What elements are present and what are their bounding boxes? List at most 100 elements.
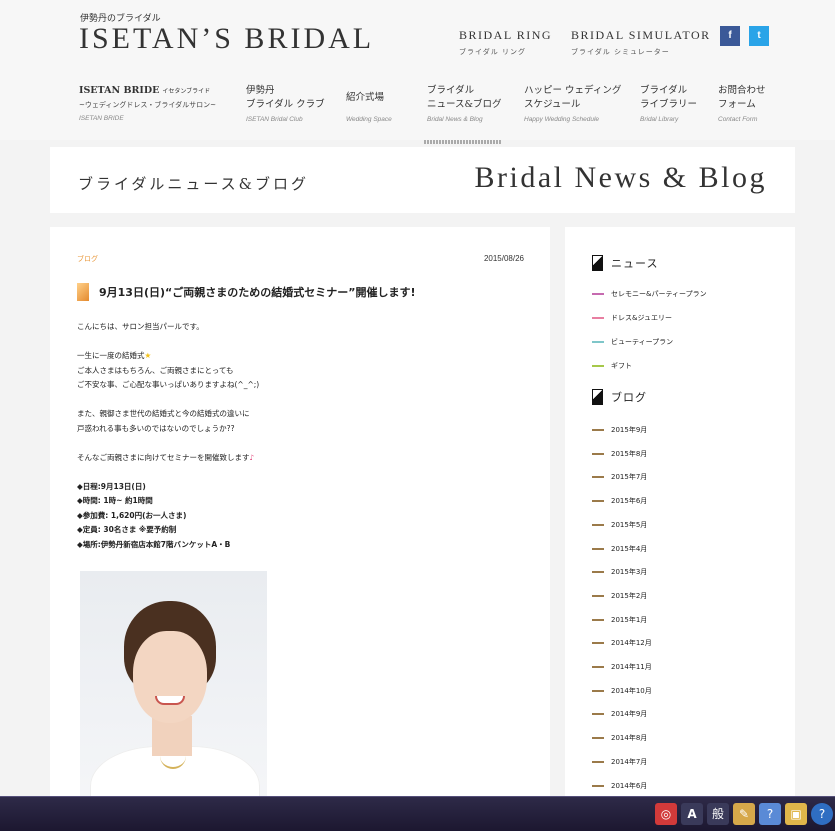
nav-label: 紹介式場 <box>346 92 385 103</box>
nav-en-label: Contact Form <box>718 116 758 123</box>
blog-archive-label: 2015年7月 <box>611 473 648 482</box>
conversion-mode-icon[interactable]: 般 <box>707 803 729 825</box>
archive-line-icon <box>592 666 604 668</box>
blog-archive-link[interactable]: 2014年6月 <box>592 781 647 791</box>
nav-en-label: ISETAN Bridal Club <box>246 116 303 123</box>
blog-archive-label: 2015年9月 <box>611 426 648 434</box>
blog-archive-link[interactable]: 2014年10月 <box>592 686 652 696</box>
blog-archive-label: 2015年4月 <box>611 544 648 553</box>
ime-pad-icon[interactable]: ? <box>759 803 781 825</box>
bridal-simulator-label: BRIDAL SIMULATOR <box>571 28 711 42</box>
nav-bridal-library[interactable]: ブライダル ライブラリー Bridal Library <box>640 84 697 123</box>
blog-archive-link[interactable]: 2015年1月 <box>592 615 647 625</box>
news-category-link[interactable]: ギフト <box>592 361 632 371</box>
blog-archive-link[interactable]: 2015年3月 <box>592 567 647 577</box>
blog-archive-link[interactable]: 2014年9月 <box>592 709 647 719</box>
detail-line: ◆場所:伊勢丹新宿店本館7階バンケットA・B <box>77 539 231 549</box>
nav-en-label: ISETAN BRIDE <box>79 115 124 122</box>
news-category-link[interactable]: ドレス&ジュエリー <box>592 313 672 323</box>
ime-toolbar-icon[interactable]: ◎ <box>655 803 677 825</box>
help-icon[interactable]: ? <box>811 803 833 825</box>
blog-archive-link[interactable]: 2015年8月 <box>592 449 647 459</box>
bridal-simulator-link[interactable]: BRIDAL SIMULATOR ブライダル シミュレーター <box>571 28 711 57</box>
archive-line-icon <box>592 760 604 763</box>
star-icon: ★ <box>144 351 152 360</box>
active-nav-indicator <box>424 140 502 144</box>
blog-archive-link[interactable]: 2015年2月 <box>592 591 647 601</box>
blog-archive-link[interactable]: 2015年9月 <box>592 425 647 435</box>
blog-post: ブログ 2015/08/26 9月13日(日)“ご両親さまのための結婚式セミナー… <box>50 227 550 831</box>
input-mode-icon[interactable]: A <box>681 803 703 825</box>
archive-line-icon <box>592 737 604 740</box>
post-title-text: 9月13日(日)“ご両親さまのための結婚式セミナー”開催します! <box>99 286 416 299</box>
facebook-icon[interactable]: f <box>720 26 740 46</box>
nav-label: 伊勢丹 <box>246 85 275 96</box>
nav-news-blog[interactable]: ブライダル ニュース&ブログ Bridal News & Blog <box>427 84 501 123</box>
site-logo[interactable]: ISETAN’S BRIDAL <box>79 22 374 56</box>
post-category[interactable]: ブログ <box>77 254 98 264</box>
twitter-icon[interactable]: t <box>749 26 769 46</box>
post-date: 2015/08/26 <box>483 254 524 263</box>
archive-line-icon <box>592 713 604 716</box>
heading-marker-icon <box>592 255 603 271</box>
nav-sublabel: ブライダル クラブ <box>246 99 325 110</box>
music-note-icon: ♪ <box>249 452 255 462</box>
nav-sublabel: スケジュール <box>524 99 581 110</box>
taskbar: ◎ A 般 ✎ ? ▣ ? <box>0 796 835 831</box>
nav-isetan-bride[interactable]: ISETAN BRIDE イセタンブライド ~ウェディングドレス・ブライダルサロ… <box>79 84 216 122</box>
blog-archive-label: 2014年6月 <box>611 781 648 790</box>
nav-sublabel: ニュース&ブログ <box>427 99 502 110</box>
blog-archive-link[interactable]: 2014年11月 <box>592 662 652 672</box>
nav-en-label: Bridal News & Blog <box>427 116 483 123</box>
body-line: ご不安な事、ご心配な事いっぱいありますよね(^_^;) <box>77 380 260 389</box>
blog-heading: ブログ <box>592 389 647 405</box>
archive-line-icon <box>592 642 604 645</box>
blog-archive-label: 2015年6月 <box>611 497 648 506</box>
body-line: また、親御さま世代の結婚式と今の結婚式の違いに <box>77 409 250 418</box>
blog-archive-link[interactable]: 2015年6月 <box>592 496 647 506</box>
body-line: 戸惑われる事も多いのではないのでしょうか?? <box>77 423 235 433</box>
bridal-ring-link[interactable]: BRIDAL RING ブライダル リング <box>459 28 552 57</box>
blog-heading-text: ブログ <box>611 391 647 404</box>
blog-archive-label: 2014年11月 <box>611 663 652 671</box>
category-line-icon <box>592 365 604 367</box>
blog-archive-label: 2015年3月 <box>611 568 648 577</box>
blog-archive-label: 2015年1月 <box>611 615 648 624</box>
archive-line-icon <box>592 452 604 455</box>
blog-archive-link[interactable]: 2014年7月 <box>592 757 647 767</box>
system-tray: ◎ A 般 ✎ ? ▣ ? <box>653 800 835 828</box>
blog-archive-label: 2014年7月 <box>611 757 648 766</box>
nav-sublabel: フォーム <box>718 99 756 110</box>
detail-line: ◆参加費: 1,620円(お一人さま) <box>77 510 187 520</box>
blog-archive-label: 2014年8月 <box>611 734 648 743</box>
nav-en-label: Happy Wedding Schedule <box>524 116 600 123</box>
bridal-simulator-sublabel: ブライダル シミュレーター <box>571 48 670 56</box>
blog-archive-link[interactable]: 2014年12月 <box>592 638 652 648</box>
page-title-band: ブライダルニュース&ブログ Bridal News & Blog <box>50 147 795 213</box>
nav-bridal-club[interactable]: 伊勢丹 ブライダル クラブ ISETAN Bridal Club <box>246 84 325 123</box>
nav-sublabel: ~ウェディングドレス・ブライダルサロン~ <box>79 101 216 109</box>
news-category-link[interactable]: セレモニー&パーティープラン <box>592 289 707 299</box>
news-category-link[interactable]: ビューティープラン <box>592 337 673 347</box>
category-line-icon <box>592 341 604 343</box>
blog-archive-link[interactable]: 2015年5月 <box>592 520 647 530</box>
detail-line: ◆日程:9月13日(日) <box>77 481 146 491</box>
nav-label-small: イセタンブライド <box>162 88 211 95</box>
sidebar: ニュース セレモニー&パーティープラン ドレス&ジュエリービューティープランギフト… <box>565 227 795 831</box>
nav-en-label: Bridal Library <box>640 116 679 123</box>
post-title: 9月13日(日)“ご両親さまのための結婚式セミナー”開催します! <box>77 283 416 301</box>
dictionary-icon[interactable]: ✎ <box>733 803 755 825</box>
category-line-icon <box>592 293 604 295</box>
nav-sublabel: ライブラリー <box>640 99 698 110</box>
nav-wedding-schedule[interactable]: ハッピー ウェディング スケジュール Happy Wedding Schedul… <box>524 84 621 123</box>
blog-archive-link[interactable]: 2015年4月 <box>592 544 647 554</box>
nav-label: ブライダル <box>640 85 688 96</box>
blog-archive-link[interactable]: 2014年8月 <box>592 733 647 743</box>
blog-archive-link[interactable]: 2015年7月 <box>592 472 647 482</box>
nav-wedding-space[interactable]: 紹介式場 Wedding Space <box>346 84 392 123</box>
blog-archive-label: 2014年9月 <box>611 710 648 719</box>
nav-contact-form[interactable]: お問合わせ フォーム Contact Form <box>718 84 766 123</box>
tools-icon[interactable]: ▣ <box>785 803 807 825</box>
news-heading-text: ニュース <box>611 257 659 270</box>
news-category-label: ビューティープラン <box>611 338 674 346</box>
